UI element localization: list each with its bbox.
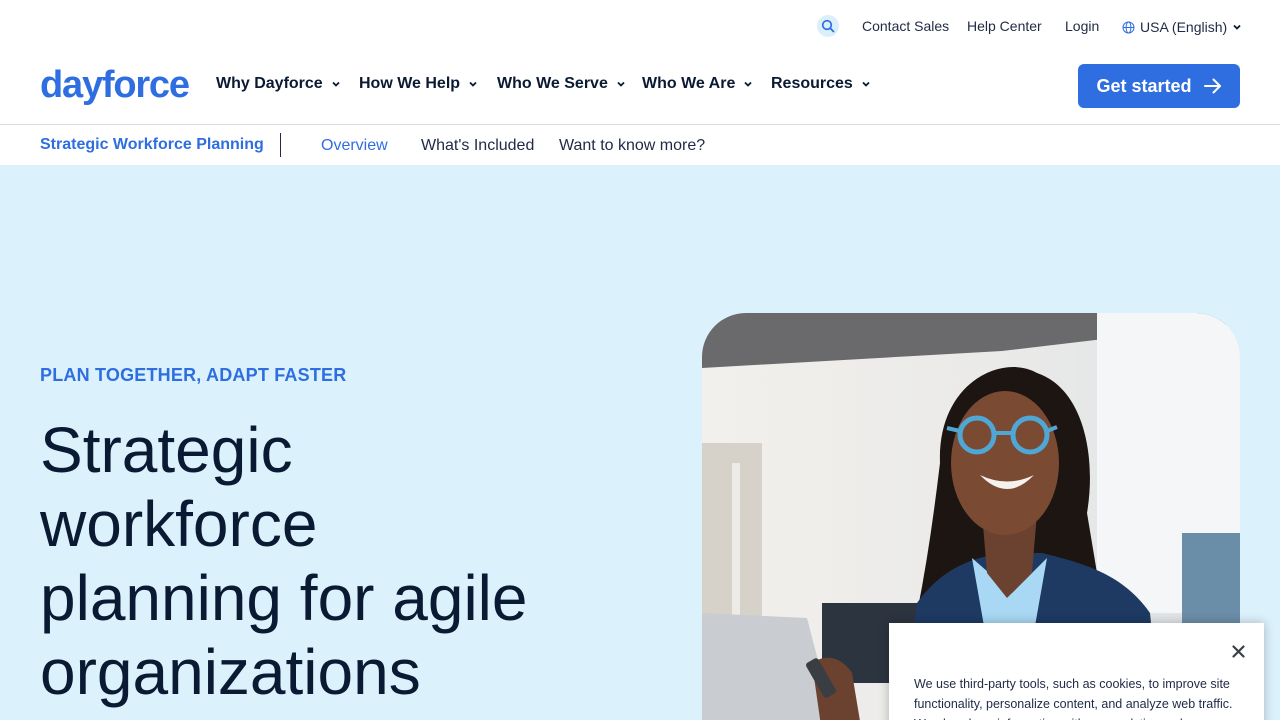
headline-line: Strategic <box>40 414 293 486</box>
chevron-down-icon <box>744 81 752 87</box>
hero-eyebrow: PLAN TOGETHER, ADAPT FASTER <box>40 365 347 385</box>
get-started-button[interactable]: Get started <box>1078 64 1240 108</box>
chevron-down-icon <box>862 81 870 87</box>
nav-how-we-help[interactable]: How We Help <box>359 75 478 93</box>
dayforce-logo[interactable]: dayforce <box>40 64 190 107</box>
headline-line: workforce <box>40 488 318 560</box>
chevron-down-icon <box>1233 24 1241 30</box>
nav-item-label: Resources <box>771 75 853 92</box>
subnav-divider <box>280 133 281 157</box>
cookie-banner: We use third-party tools, such as cookie… <box>889 623 1264 720</box>
nav-resources[interactable]: Resources <box>771 75 871 93</box>
hero-headline: Strategic workforce planning for agile o… <box>40 413 640 709</box>
chevron-down-icon <box>332 81 340 87</box>
login-link[interactable]: Login <box>1065 18 1099 34</box>
language-label: USA (English) <box>1140 19 1228 35</box>
get-started-label: Get started <box>1096 75 1192 96</box>
nav-item-label: Who We Serve <box>497 75 608 92</box>
close-icon[interactable] <box>1228 641 1248 661</box>
main-navigation: dayforce Why Dayforce How We Help Who We… <box>0 52 1280 124</box>
chevron-down-icon <box>469 81 477 87</box>
headline-line: planning for agile <box>40 562 528 634</box>
nav-why-dayforce[interactable]: Why Dayforce <box>216 75 341 93</box>
utility-bar: Contact Sales Help Center Login USA (Eng… <box>0 0 1280 52</box>
nav-item-label: Who We Are <box>642 75 736 92</box>
chevron-down-icon <box>617 81 625 87</box>
nav-who-we-are[interactable]: Who We Are <box>642 75 753 93</box>
contact-sales-link[interactable]: Contact Sales <box>862 18 949 34</box>
headline-line: organizations <box>40 636 421 708</box>
globe-icon <box>1122 21 1135 33</box>
nav-item-label: How We Help <box>359 75 461 92</box>
search-icon[interactable] <box>817 15 839 37</box>
nav-who-we-serve[interactable]: Who We Serve <box>497 75 626 93</box>
subnav-want-to-know-more[interactable]: Want to know more? <box>559 137 705 155</box>
subnav-title[interactable]: Strategic Workforce Planning <box>40 136 264 154</box>
help-center-link[interactable]: Help Center <box>967 18 1042 34</box>
section-subnav: Strategic Workforce Planning Overview Wh… <box>0 124 1280 165</box>
subnav-overview[interactable]: Overview <box>321 137 388 155</box>
nav-item-label: Why Dayforce <box>216 75 323 92</box>
language-selector[interactable]: USA (English) <box>1122 19 1242 35</box>
arrow-right-icon <box>1203 78 1221 94</box>
subnav-whats-included[interactable]: What's Included <box>421 137 534 155</box>
cookie-text: We use third-party tools, such as cookie… <box>914 677 1233 720</box>
